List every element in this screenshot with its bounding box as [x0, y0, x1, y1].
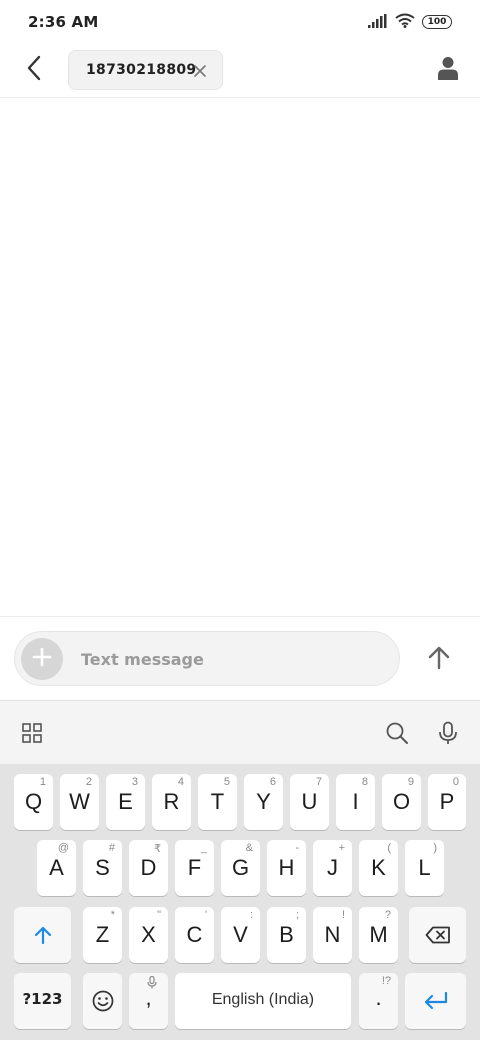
close-icon[interactable]: [192, 63, 208, 79]
contact-person-icon: [438, 56, 458, 84]
key-s[interactable]: # S: [83, 840, 122, 896]
back-arrow-icon: [26, 55, 42, 85]
conversation-header: 18730218809: [0, 44, 480, 98]
message-input[interactable]: Text message: [14, 631, 400, 686]
message-composer: Text message: [0, 616, 480, 700]
signal-icon: [368, 13, 388, 32]
key-p[interactable]: 0 P: [428, 774, 466, 830]
key-u[interactable]: 7 U: [290, 774, 329, 830]
key-c[interactable]: ' C: [175, 907, 214, 963]
plus-icon: [32, 647, 52, 671]
shift-arrow-icon: [14, 907, 71, 963]
key-f[interactable]: _ F: [175, 840, 214, 896]
key-l[interactable]: ) L: [405, 840, 444, 896]
key-j[interactable]: + J: [313, 840, 352, 896]
key-e[interactable]: 3 E: [106, 774, 145, 830]
numbers-key[interactable]: ?123: [14, 973, 71, 1029]
key-k[interactable]: ( K: [359, 840, 398, 896]
key-n[interactable]: ! N: [313, 907, 352, 963]
message-thread: [0, 98, 480, 616]
grid-menu-icon[interactable]: [19, 720, 45, 746]
microphone-icon[interactable]: [435, 720, 461, 746]
key-i[interactable]: 8 I: [336, 774, 375, 830]
key-z[interactable]: * Z: [83, 907, 122, 963]
send-arrow-icon: [428, 646, 450, 674]
battery-icon: 100: [422, 15, 452, 29]
wifi-icon: [395, 13, 415, 32]
key-d[interactable]: ₹ D: [129, 840, 168, 896]
key-t[interactable]: 5 T: [198, 774, 237, 830]
search-icon[interactable]: [384, 720, 410, 746]
enter-icon: [405, 973, 466, 1029]
shift-key[interactable]: [14, 907, 71, 963]
keyboard: 1 Q 2 W 3 E 4 R 5 T 6 Y 7 U 8 I 9 O 0 P …: [0, 764, 480, 1040]
back-button[interactable]: [18, 54, 50, 86]
status-time: 2:36 AM: [28, 13, 99, 31]
backspace-key[interactable]: [409, 907, 466, 963]
key-v[interactable]: : V: [221, 907, 260, 963]
recipient-number: 18730218809: [86, 62, 197, 78]
key-o[interactable]: 9 O: [382, 774, 421, 830]
key-a[interactable]: @ A: [37, 840, 76, 896]
comma-key[interactable]: ,: [129, 973, 168, 1029]
key-r[interactable]: 4 R: [152, 774, 191, 830]
space-key[interactable]: English (India): [175, 973, 351, 1029]
contact-button[interactable]: [432, 54, 464, 86]
message-placeholder: Text message: [81, 650, 204, 669]
attach-button[interactable]: [21, 638, 63, 680]
emoji-icon: [83, 973, 122, 1029]
backspace-icon: [409, 907, 466, 963]
key-q[interactable]: 1 Q: [14, 774, 53, 830]
period-key[interactable]: !? .: [359, 973, 398, 1029]
keyboard-toolbar: [0, 700, 480, 764]
enter-key[interactable]: [405, 973, 466, 1029]
key-w[interactable]: 2 W: [60, 774, 99, 830]
emoji-key[interactable]: [83, 973, 122, 1029]
status-bar: 2:36 AM 100: [0, 0, 480, 44]
key-m[interactable]: ? M: [359, 907, 398, 963]
key-b[interactable]: ; B: [267, 907, 306, 963]
key-x[interactable]: " X: [129, 907, 168, 963]
send-button[interactable]: [420, 641, 458, 679]
key-g[interactable]: & G: [221, 840, 260, 896]
key-h[interactable]: - H: [267, 840, 306, 896]
key-y[interactable]: 6 Y: [244, 774, 283, 830]
status-icons: 100: [368, 12, 452, 32]
recipient-chip[interactable]: 18730218809: [68, 50, 223, 90]
